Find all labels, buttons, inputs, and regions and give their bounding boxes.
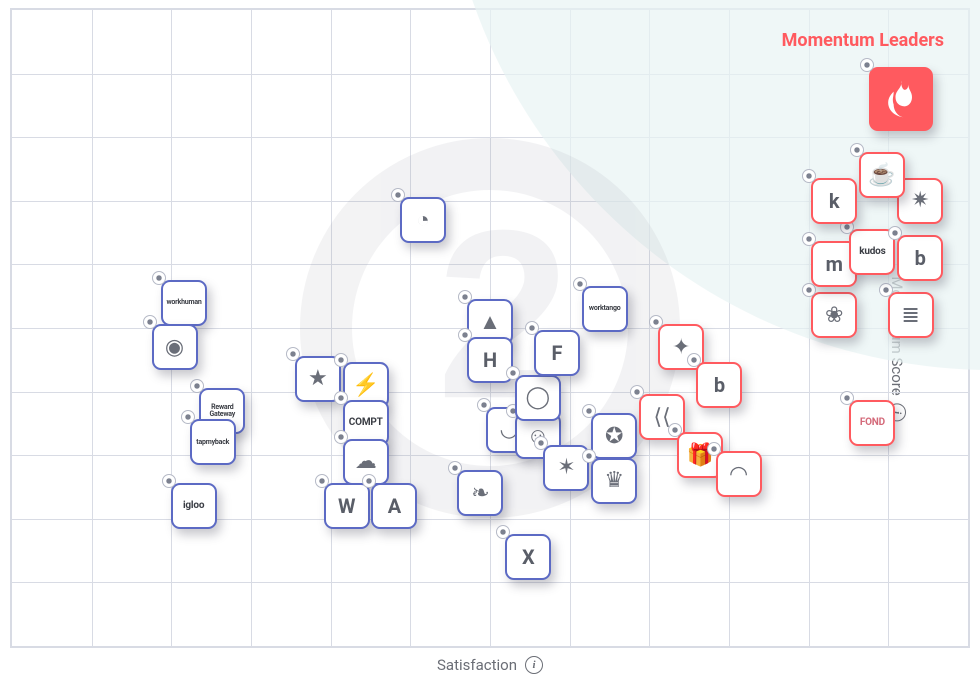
x-axis-label-group: Satisfaction i xyxy=(437,656,543,674)
vendor-point-marker xyxy=(888,226,902,240)
vendor-point-marker xyxy=(687,353,701,367)
vendor-point-marker xyxy=(496,525,510,539)
vendor-card-coffee-vendor[interactable]: ☕ xyxy=(859,152,905,198)
vendor-point-marker xyxy=(879,283,893,297)
vendor-label: workhuman xyxy=(164,299,203,306)
starburst-icon: ✶ xyxy=(551,453,581,483)
vendor-card-ff-flag[interactable]: F xyxy=(534,330,580,376)
vendor-point-marker xyxy=(668,423,682,437)
vendor-a-blank-icon: ◔ xyxy=(408,205,438,235)
vendor-point-marker xyxy=(458,328,472,342)
vendor-point-marker xyxy=(840,391,854,405)
carrot-vendor-icon: ❧ xyxy=(465,478,495,508)
vendor-label: b xyxy=(712,375,727,395)
chart-container: 2 Momentum Leaders workhumanReward Gatew… xyxy=(0,0,980,680)
vendor-cloud-icon: ☁ xyxy=(351,447,381,477)
vendor-point-marker xyxy=(334,391,348,405)
bolt-vendor-icon: ⚡ xyxy=(351,370,381,400)
vendor-label: m xyxy=(824,254,845,274)
vendor-point-marker xyxy=(860,58,874,72)
x-axis-label: Satisfaction xyxy=(437,656,517,674)
vendor-point-marker xyxy=(362,474,376,488)
vendor-point-marker xyxy=(506,366,520,380)
coffee-vendor-icon: ☕ xyxy=(867,160,897,190)
chat-vendor-icon: ◠ xyxy=(724,459,754,489)
vendor-card-tapmyback[interactable]: tapmyback xyxy=(190,419,236,465)
vendor-point-marker xyxy=(458,290,472,304)
vendor-point-marker xyxy=(143,315,157,329)
star-ring-icon: ✪ xyxy=(599,421,629,451)
vendor-label: igloo xyxy=(181,501,206,511)
flame-icon xyxy=(879,77,923,121)
spark-vendor-icon: ✷ xyxy=(905,186,935,216)
vendor-point-marker xyxy=(649,315,663,329)
globe-vendor-icon: ◉ xyxy=(160,332,190,362)
vendor-card-capital-a[interactable]: A xyxy=(371,483,417,529)
vendor-card-vendor-a-blank[interactable]: ◔ xyxy=(400,197,446,243)
vendor-card-k-circle[interactable]: k xyxy=(811,178,857,224)
vendor-point-marker xyxy=(802,169,816,183)
vendor-card-igloo[interactable]: igloo xyxy=(171,483,217,529)
vendor-point-marker xyxy=(286,347,300,361)
vendor-card-chat-vendor[interactable]: ◠ xyxy=(716,451,762,497)
vendor-card-crown-vendor[interactable]: ♛ xyxy=(591,458,637,504)
vendor-point-marker xyxy=(315,474,329,488)
vendor-point-marker xyxy=(582,404,596,418)
star-badge-icon: ★ xyxy=(303,364,333,394)
books-vendor-icon: ≣ xyxy=(896,300,926,330)
vendor-card-carrot-vendor[interactable]: ❧ xyxy=(457,470,503,516)
vendor-point-marker xyxy=(707,442,721,456)
vendor-card-fond[interactable]: FOND xyxy=(849,400,895,446)
vendor-card-leaf-vendor[interactable]: ❀ xyxy=(811,292,857,338)
vendor-label: H xyxy=(481,350,499,370)
vendor-point-marker xyxy=(334,430,348,444)
vendor-label: worktango xyxy=(587,305,623,312)
vendor-label: b xyxy=(913,248,928,268)
vendor-label: A xyxy=(386,496,403,516)
vendor-point-marker xyxy=(525,321,539,335)
vendor-label: tapmyback xyxy=(194,439,231,446)
vendor-point-marker xyxy=(152,271,166,285)
vendor-label: W xyxy=(336,496,357,516)
vendor-point-marker xyxy=(162,474,176,488)
vendor-label: X xyxy=(520,547,537,567)
vendor-label: COMPT xyxy=(347,418,385,428)
chart-plot-area: 2 Momentum Leaders workhumanReward Gatew… xyxy=(10,8,970,648)
vendor-label: F xyxy=(550,343,565,363)
vendor-card-worktango[interactable]: worktango xyxy=(582,286,628,332)
vendor-card-star-ring[interactable]: ✪ xyxy=(591,413,637,459)
vendor-point-marker xyxy=(534,436,548,450)
vendor-label: Reward Gateway xyxy=(201,404,243,418)
vendor-label: FOND xyxy=(858,418,887,428)
vendor-point-marker xyxy=(630,385,644,399)
vendor-label: k xyxy=(827,191,841,211)
vendor-point-marker xyxy=(391,188,405,202)
vendor-card-hero-vendor[interactable] xyxy=(869,67,933,131)
info-icon[interactable]: i xyxy=(525,656,543,674)
region-label: Momentum Leaders xyxy=(782,30,944,51)
vendor-card-b-box[interactable]: b xyxy=(696,362,742,408)
vendor-card-wv-vendor[interactable]: W xyxy=(324,483,370,529)
vendor-point-marker xyxy=(181,410,195,424)
circle-o-icon: ◯ xyxy=(523,383,553,413)
vendor-point-marker xyxy=(573,277,587,291)
vendor-point-marker xyxy=(802,232,816,246)
vendor-point-marker xyxy=(477,398,491,412)
vendor-card-books-vendor[interactable]: ≣ xyxy=(888,292,934,338)
vendor-card-x-box[interactable]: X xyxy=(505,534,551,580)
vendor-point-marker xyxy=(448,461,462,475)
crown-vendor-icon: ♛ xyxy=(599,466,629,496)
vendor-card-workhuman[interactable]: workhuman xyxy=(161,280,207,326)
vendor-card-globe-vendor[interactable]: ◉ xyxy=(152,324,198,370)
vendor-point-marker xyxy=(190,379,204,393)
vendor-card-circle-o[interactable]: ◯ xyxy=(515,375,561,421)
vendor-point-marker xyxy=(334,353,348,367)
vendor-point-marker xyxy=(582,449,596,463)
astro-vendor-icon: ▲ xyxy=(475,307,505,337)
vendor-label: kudos xyxy=(857,247,887,257)
leaf-vendor-icon: ❀ xyxy=(819,300,849,330)
vendor-card-b-swirl[interactable]: b xyxy=(897,235,943,281)
vendor-point-marker xyxy=(850,143,864,157)
